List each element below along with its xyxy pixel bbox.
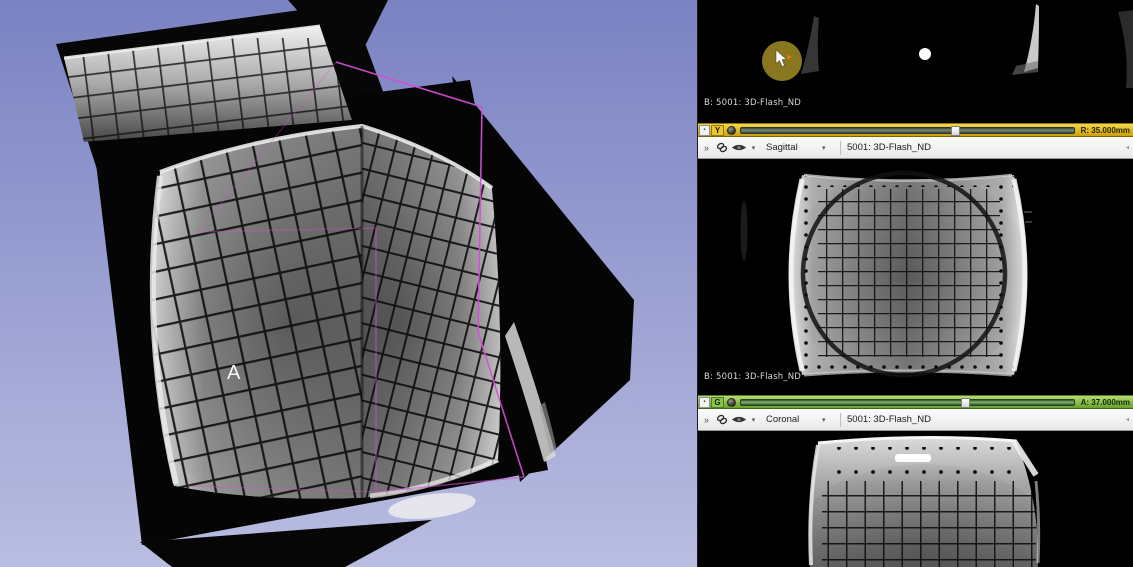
bright-notch [895, 454, 931, 462]
pin-button[interactable]: » [701, 140, 712, 156]
artifact-marks [1024, 211, 1032, 223]
orientation-select[interactable]: Sagittal ▾ [763, 141, 834, 154]
slice-offset-slider-handle[interactable] [951, 126, 960, 136]
slicebar-pin-button[interactable]: ▪ [699, 125, 710, 136]
sagittal-slice-image [698, 159, 1133, 395]
yellow-axis-badge: Y [711, 125, 724, 136]
threed-view[interactable]: A [0, 0, 697, 567]
artifact-smudge [741, 201, 748, 261]
visibility-menu-arrow[interactable]: ▾ [749, 412, 758, 428]
chevron-down-icon: ▾ [822, 144, 831, 152]
green-axis-badge: G [711, 397, 724, 408]
slice-annotation: B: 5001: 3D-Flash_ND [704, 98, 801, 108]
red-slice-view[interactable]: B: 5001: 3D-Flash_ND [698, 0, 1133, 123]
volume-name-label: 5001: 3D-Flash_ND [847, 142, 931, 153]
threed-scene: A [0, 0, 697, 567]
chevron-down-icon: ▾ [822, 416, 831, 424]
slice-annotation: B: 5001: 3D-Flash_ND [704, 372, 801, 382]
slice-offset-value: R: 35.000mm [1079, 126, 1133, 135]
link-views-button[interactable] [714, 140, 729, 156]
slice-offset-value: A: 37.000mm [1079, 398, 1133, 407]
mouse-cursor-highlight [762, 41, 802, 81]
volume-name-label: 5001: 3D-Flash_ND [847, 414, 931, 425]
toolbar-overflow-arrow[interactable]: ◂ [1126, 144, 1130, 151]
sagittal-controller-toolbar: » ▾ Sagittal ▾ 50 [698, 137, 1133, 159]
link-icon [715, 413, 729, 426]
slicebar-pin-button[interactable]: ▪ [699, 397, 710, 408]
slice-offset-slider[interactable] [740, 127, 1075, 134]
toolbar-separator [840, 413, 841, 427]
orientation-select-value: Coronal [766, 414, 810, 425]
coronal-controller-toolbar: » ▾ Coronal ▾ 500 [698, 409, 1133, 431]
sagittal-slice-view[interactable]: B: 5001: 3D-Flash_ND [698, 159, 1133, 395]
link-views-button[interactable] [714, 412, 729, 428]
toolbar-separator [840, 141, 841, 155]
phantom-edge-tail [1012, 61, 1038, 75]
slicer-app: A B: 5001: 3D-Flash_ND ▪ Y [0, 0, 1133, 567]
toolbar-overflow-arrow[interactable]: ◂ [1126, 416, 1130, 423]
yellow-slice-bar: ▪ Y R: 35.000mm [698, 123, 1133, 137]
coronal-slice-view[interactable] [698, 431, 1133, 567]
fiducial-dot [919, 48, 931, 60]
slice-offset-slider-handle[interactable] [961, 398, 970, 408]
visibility-button[interactable] [731, 140, 747, 156]
phantom-edge-right-margin [1118, 10, 1133, 88]
slice-visibility-sphere-icon[interactable] [727, 398, 736, 407]
eye-icon [731, 142, 747, 153]
slice-panel: B: 5001: 3D-Flash_ND ▪ Y R: 35.000mm » [697, 0, 1133, 567]
visibility-button[interactable] [731, 412, 747, 428]
green-slice-bar: ▪ G A: 37.000mm [698, 395, 1133, 409]
phantom-edge-arc-left [801, 16, 819, 74]
pin-button[interactable]: » [701, 412, 712, 428]
slice-offset-slider[interactable] [740, 399, 1075, 406]
coronal-slice-image [698, 431, 1133, 567]
orientation-select[interactable]: Coronal ▾ [763, 413, 834, 426]
phantom-body [786, 167, 1030, 383]
orientation-select-value: Sagittal [766, 142, 810, 153]
slice-visibility-sphere-icon[interactable] [727, 126, 736, 135]
visibility-menu-arrow[interactable]: ▾ [749, 140, 758, 156]
link-icon [715, 141, 729, 154]
eye-icon [731, 414, 747, 425]
orientation-marker: A [227, 362, 241, 384]
